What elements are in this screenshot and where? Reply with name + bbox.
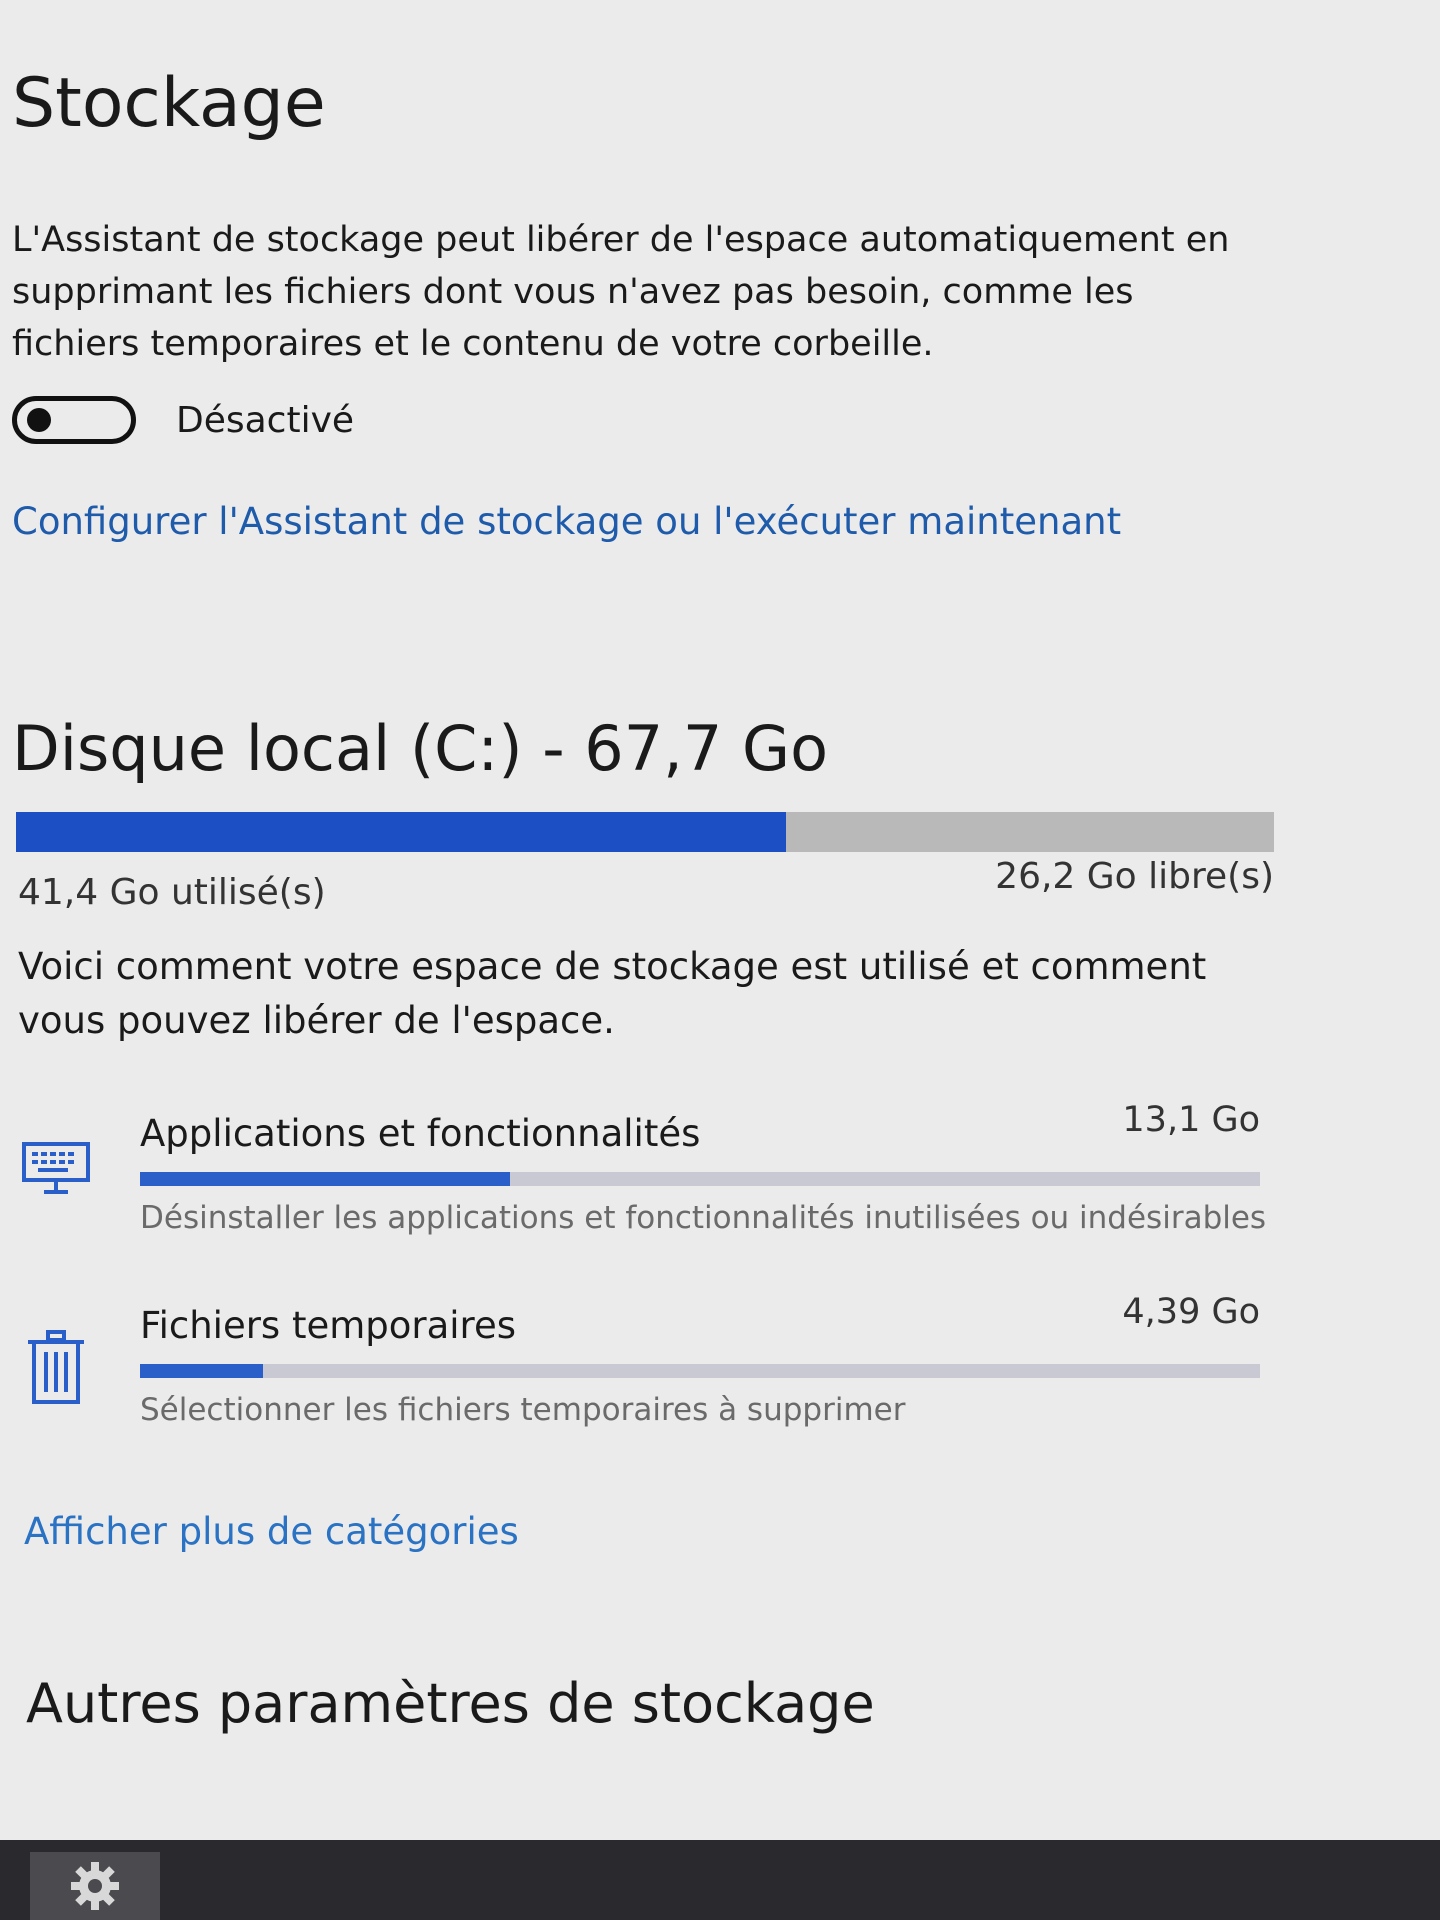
disk-title: Disque local (C:) - 67,7 Go [12,712,829,785]
storage-sense-toggle[interactable] [12,396,136,444]
page-title: Stockage [12,64,326,143]
category-description: Désinstaller les applications et fonctio… [140,1200,1267,1236]
category-apps[interactable]: Applications et fonctionnalités 13,1 Go … [20,1100,1270,1260]
settings-page: Stockage L'Assistant de stockage peut li… [0,0,1440,1920]
category-usage-fill [140,1172,510,1186]
category-name: Applications et fonctionnalités [140,1112,701,1155]
category-size: 13,1 Go [1122,1100,1260,1140]
show-more-categories-link[interactable]: Afficher plus de catégories [24,1510,519,1553]
storage-info-text: Voici comment votre espace de stockage e… [18,945,1207,1042]
disk-usage-fill [16,812,786,852]
trash-icon [28,1330,84,1404]
gear-icon [71,1862,119,1910]
toggle-state-label: Désactivé [176,399,355,441]
storage-sense-description: L'Assistant de stockage peut libérer de … [12,220,1230,364]
disk-usage-bar [16,812,1274,852]
category-usage-fill [140,1364,264,1378]
category-size: 4,39 Go [1122,1292,1260,1332]
category-temp-files[interactable]: Fichiers temporaires 4,39 Go Sélectionne… [20,1292,1270,1452]
taskbar [0,1840,1440,1920]
category-usage-bar [140,1172,1260,1186]
category-description: Sélectionner les fichiers temporaires à … [140,1392,906,1428]
storage-sense-toggle-row: Désactivé [12,392,354,448]
category-usage-bar [140,1364,1260,1378]
category-name: Fichiers temporaires [140,1304,516,1347]
disk-free-label: 26,2 Go libre(s) [995,856,1274,897]
other-settings-title: Autres paramètres de stockage [26,1672,875,1735]
settings-taskbar-button[interactable] [30,1852,160,1920]
monitor-keyboard-icon [22,1142,90,1194]
toggle-knob [27,408,51,432]
configure-storage-sense-link[interactable]: Configurer l'Assistant de stockage ou l'… [12,500,1121,543]
disk-used-label: 41,4 Go utilisé(s) [18,872,326,913]
